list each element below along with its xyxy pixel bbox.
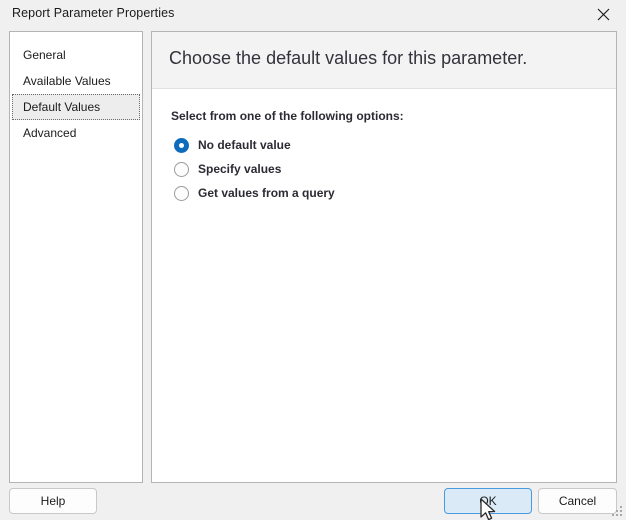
radio-unselected-icon <box>174 185 189 201</box>
report-parameter-properties-dialog: Report Parameter Properties General Avai… <box>0 0 626 520</box>
sidebar-item-default-values[interactable]: Default Values <box>12 94 140 120</box>
content-panel: Choose the default values for this param… <box>151 31 617 483</box>
title-bar: Report Parameter Properties <box>0 0 626 28</box>
sidebar-list: General Available Values Default Values … <box>10 32 142 146</box>
radio-label: Specify values <box>198 162 282 176</box>
default-values-radio-group: No default value Specify values Get valu… <box>174 133 335 205</box>
content-body: Select from one of the following options… <box>152 89 616 482</box>
sidebar-item-label: Available Values <box>23 74 111 88</box>
radio-unselected-icon <box>174 161 189 177</box>
close-button[interactable] <box>580 0 626 28</box>
radio-get-values-from-query[interactable]: Get values from a query <box>174 181 335 205</box>
radio-specify-values[interactable]: Specify values <box>174 157 335 181</box>
ok-button[interactable]: OK <box>444 488 532 514</box>
sidebar-item-general[interactable]: General <box>10 42 142 68</box>
sidebar-item-available-values[interactable]: Available Values <box>10 68 142 94</box>
category-sidebar: General Available Values Default Values … <box>9 31 143 483</box>
sidebar-item-label: Default Values <box>23 100 101 114</box>
sidebar-item-label: Advanced <box>23 126 77 140</box>
close-icon <box>597 8 609 20</box>
page-title: Choose the default values for this param… <box>169 48 528 68</box>
cancel-button[interactable]: Cancel <box>538 488 617 514</box>
content-header: Choose the default values for this param… <box>152 32 616 89</box>
options-label: Select from one of the following options… <box>171 109 404 123</box>
radio-label: Get values from a query <box>198 186 335 200</box>
radio-label: No default value <box>198 138 291 152</box>
window-title: Report Parameter Properties <box>12 6 175 20</box>
radio-no-default-value[interactable]: No default value <box>174 133 335 157</box>
resize-grip-icon[interactable] <box>611 505 624 518</box>
help-button[interactable]: Help <box>9 488 97 514</box>
sidebar-item-advanced[interactable]: Advanced <box>10 120 142 146</box>
sidebar-item-label: General <box>23 48 66 62</box>
radio-selected-icon <box>174 137 189 153</box>
